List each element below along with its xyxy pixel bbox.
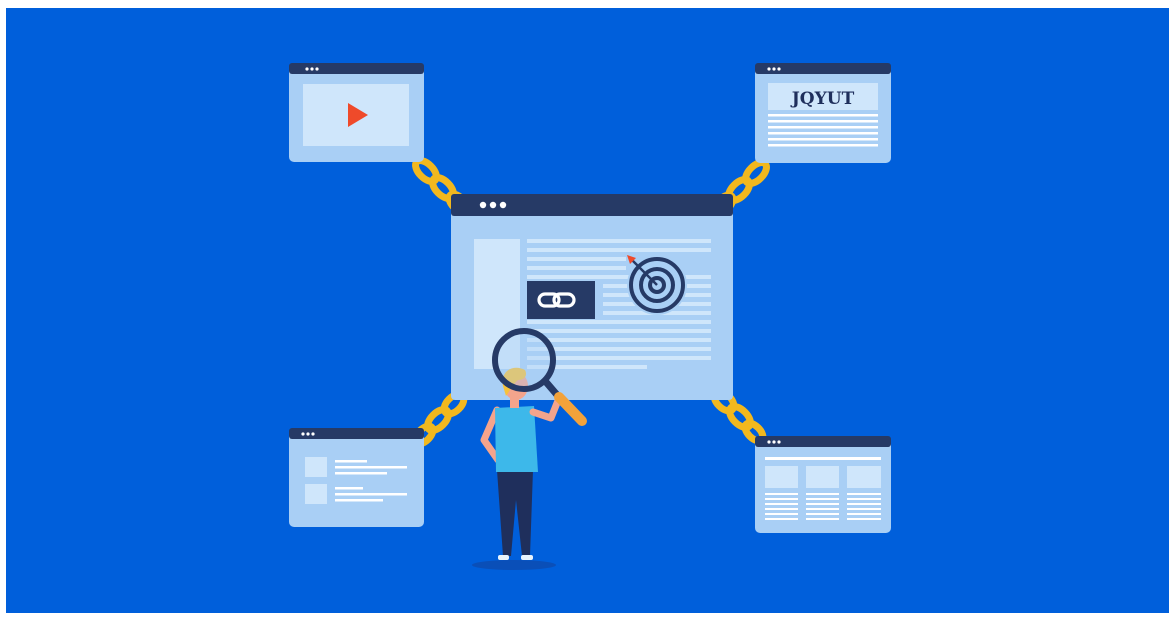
window-list [289, 428, 424, 527]
window-video [289, 63, 424, 162]
backlink-illustration: JQYUT [6, 8, 1169, 613]
figure-shirt [495, 406, 538, 472]
window-main [451, 194, 733, 400]
link-box [527, 281, 595, 319]
figure-shadow [472, 560, 556, 570]
window-article: JQYUT [755, 63, 891, 163]
window-table [755, 436, 891, 533]
target-icon [627, 255, 687, 315]
article-headline: JQYUT [790, 89, 855, 109]
illustration-canvas: JQYUT [6, 8, 1169, 613]
